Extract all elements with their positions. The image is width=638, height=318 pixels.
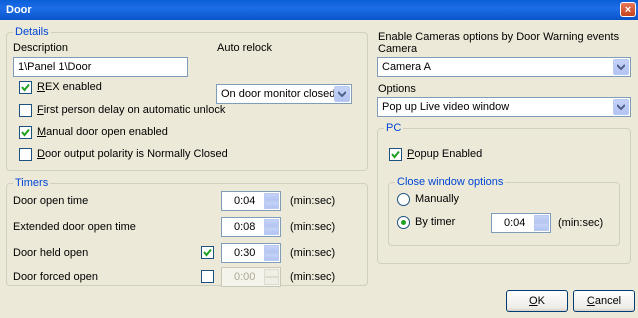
pc-legend: PC: [386, 122, 402, 134]
checkbox-box[interactable]: [19, 104, 32, 117]
close-icon: ×: [624, 4, 632, 16]
spin-down-button[interactable]: [264, 227, 279, 235]
door-open-time-label: Door open time: [13, 195, 89, 207]
close-window-timer-spinner[interactable]: 0:04: [491, 213, 551, 233]
spin-up-button[interactable]: [264, 193, 279, 201]
description-value: 1\Panel 1\Door: [18, 61, 92, 73]
first-person-delay-label: First person delay on automatic unlock: [37, 104, 226, 116]
close-window-options-group: Close window options: [388, 176, 620, 246]
spin-up-button[interactable]: [264, 219, 279, 227]
chevron-down-icon: [613, 59, 629, 75]
chevron-down-icon: [334, 86, 350, 102]
door-held-open-label: Door held open: [13, 247, 89, 259]
door-open-time-unit: (min:sec): [290, 195, 336, 207]
extended-door-open-time-value: 0:08: [234, 221, 256, 233]
window-title: Door: [6, 4, 32, 16]
options-label: Options: [378, 83, 416, 95]
door-forced-open-checkbox[interactable]: [201, 270, 214, 283]
camera-label: Camera: [378, 43, 418, 55]
rex-label: REX enabled: [37, 81, 102, 93]
auto-relock-label: Auto relock: [217, 42, 273, 54]
radio-button[interactable]: [397, 193, 410, 206]
door-held-open-unit: (min:sec): [290, 247, 336, 259]
camera-value: Camera A: [382, 61, 431, 73]
spin-up-button: [264, 269, 279, 277]
options-value: Pop up Live video window: [382, 101, 510, 113]
options-select[interactable]: Pop up Live video window: [377, 97, 631, 117]
details-legend: Details: [15, 26, 49, 38]
spin-up-button[interactable]: [264, 245, 279, 253]
close-button[interactable]: ×: [620, 2, 636, 17]
door-forced-open-spinner: 0:00: [221, 267, 281, 287]
manually-label: Manually: [415, 193, 460, 205]
door-held-open-spinner[interactable]: 0:30: [221, 243, 281, 263]
checkbox-box[interactable]: [19, 126, 32, 139]
by-timer-label: By timer: [415, 216, 456, 228]
spin-down-button[interactable]: [264, 253, 279, 261]
description-input[interactable]: 1\Panel 1\Door: [13, 57, 188, 77]
title-bar: Door ×: [0, 0, 638, 20]
spin-down-button: [264, 277, 279, 285]
popup-enabled-label: Popup Enabled: [407, 148, 483, 160]
radio-button[interactable]: [397, 216, 410, 229]
checkbox-box[interactable]: [389, 148, 402, 161]
description-label: Description: [13, 42, 69, 54]
timers-legend: Timers: [15, 177, 49, 189]
spin-down-button[interactable]: [534, 223, 549, 231]
chevron-down-icon: [613, 99, 629, 115]
extended-door-open-time-unit: (min:sec): [290, 221, 336, 233]
close-window-timer-value: 0:04: [504, 217, 526, 229]
door-forced-open-label: Door forced open: [13, 271, 98, 283]
close-window-timer-unit: (min:sec): [558, 217, 604, 229]
door-open-time-value: 0:04: [234, 195, 256, 207]
extended-door-open-time-spinner[interactable]: 0:08: [221, 217, 281, 237]
checkbox-box[interactable]: [19, 148, 32, 161]
cancel-button[interactable]: Cancel: [573, 290, 635, 312]
ok-button[interactable]: OK: [506, 290, 568, 312]
door-output-polarity-label: Door output polarity is Normally Closed: [37, 148, 228, 160]
cameras-heading: Enable Cameras options by Door Warning e…: [378, 31, 620, 43]
camera-select[interactable]: Camera A: [377, 57, 631, 77]
door-forced-open-unit: (min:sec): [290, 271, 336, 283]
door-held-open-checkbox[interactable]: [201, 246, 214, 259]
manual-door-open-label: Manual door open enabled: [37, 126, 168, 138]
spin-up-button[interactable]: [534, 215, 549, 223]
auto-relock-value: On door monitor closed: [221, 88, 336, 100]
auto-relock-select[interactable]: On door monitor closed: [216, 84, 352, 104]
door-held-open-value: 0:30: [234, 247, 256, 259]
checkbox-box[interactable]: [19, 81, 32, 94]
spin-down-button[interactable]: [264, 201, 279, 209]
door-dialog: Door × Details Description 1\Panel 1\Doo…: [0, 0, 638, 318]
door-open-time-spinner[interactable]: 0:04: [221, 191, 281, 211]
extended-door-open-time-label: Extended door open time: [13, 221, 136, 233]
door-forced-open-value: 0:00: [234, 271, 256, 283]
close-window-options-legend: Close window options: [397, 176, 504, 188]
